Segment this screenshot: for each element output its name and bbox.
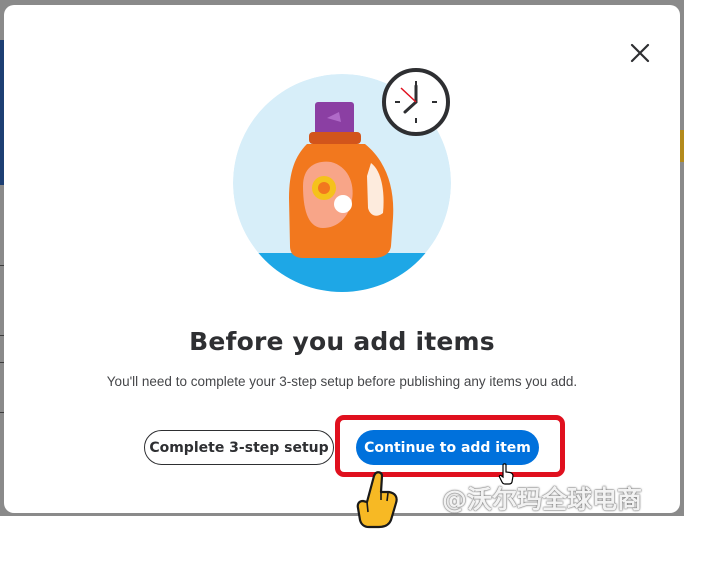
detergent-illustration — [233, 68, 451, 292]
close-button[interactable] — [626, 39, 654, 67]
hand-pointer-icon — [356, 471, 398, 529]
complete-setup-button[interactable]: Complete 3-step setup — [144, 430, 334, 465]
watermark-text: @沃尔玛全球电商 — [442, 485, 643, 514]
continue-to-add-item-button[interactable]: Continue to add item — [356, 430, 539, 465]
clock-icon — [382, 68, 450, 136]
modal-description: You'll need to complete your 3-step setu… — [106, 374, 578, 389]
modal-title: Before you add items — [189, 327, 495, 356]
close-icon — [630, 43, 650, 63]
